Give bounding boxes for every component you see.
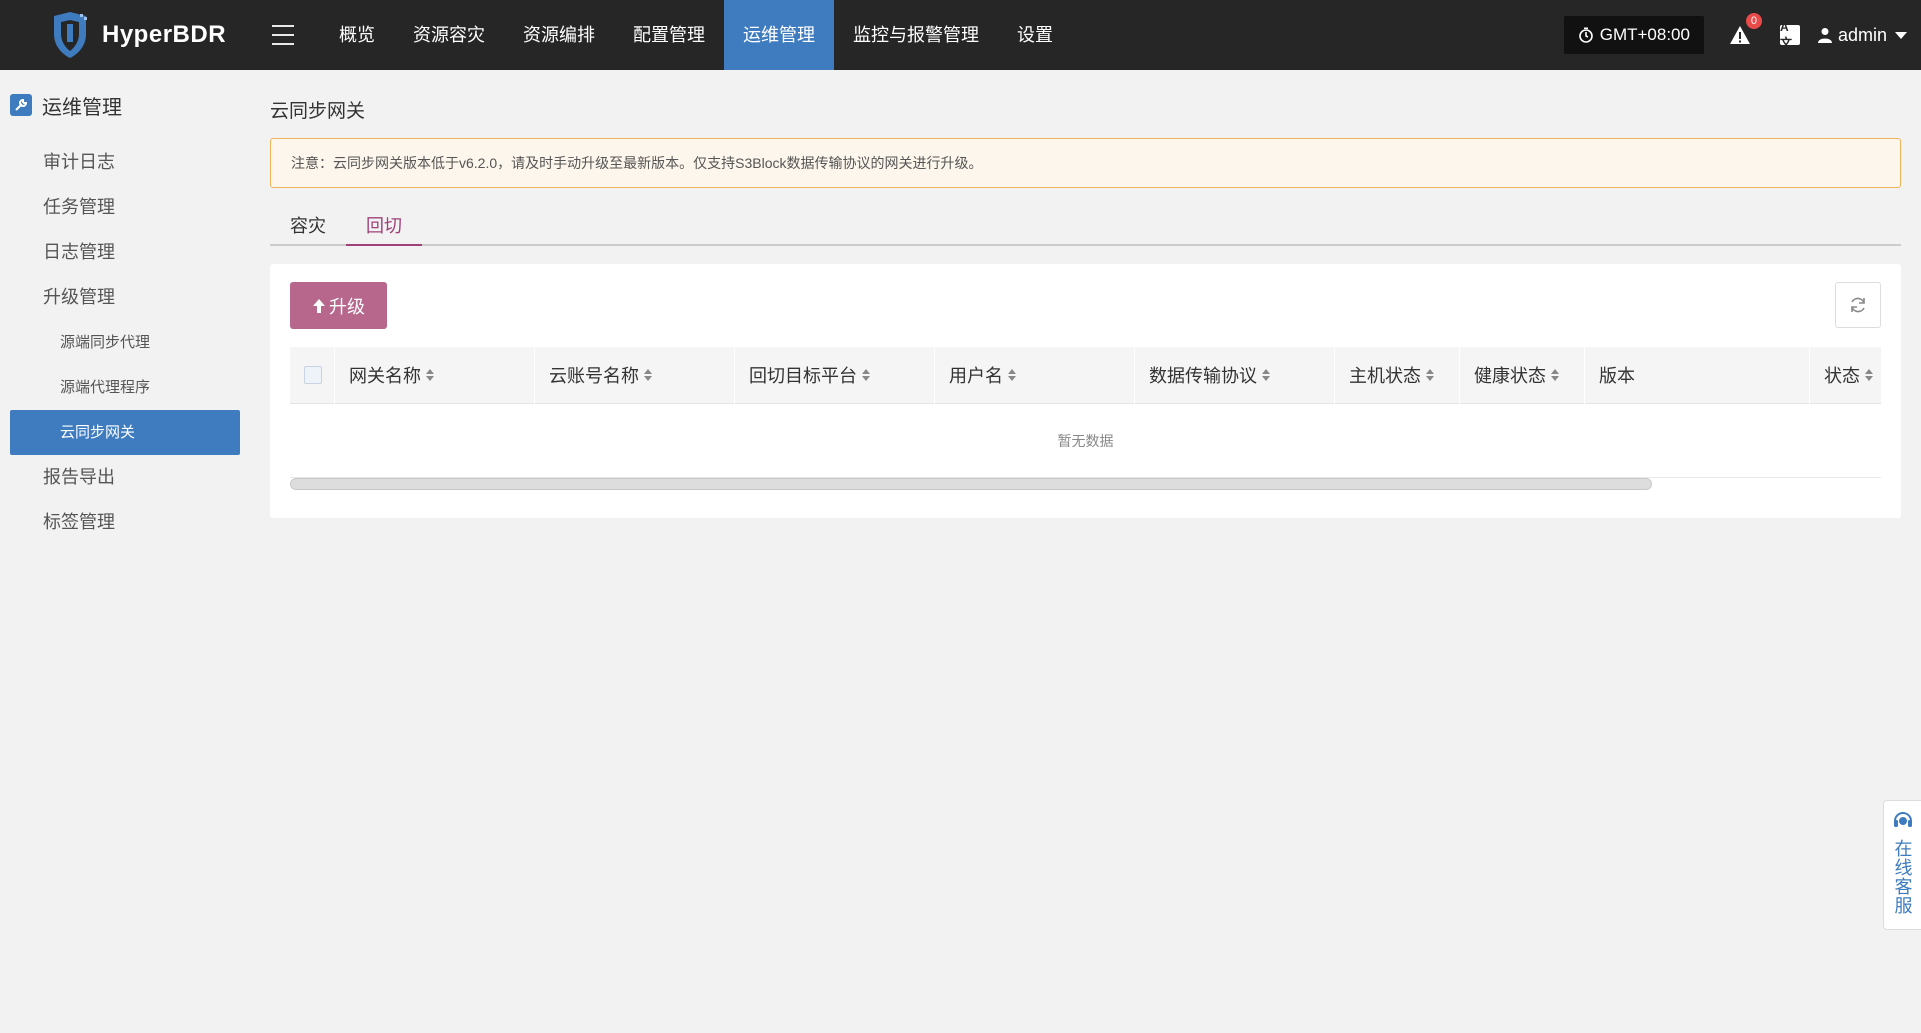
empty-state: 暂无数据: [290, 404, 1881, 478]
column-label: 云账号名称: [549, 366, 639, 386]
column-gateway-name[interactable]: 网关名称: [335, 346, 535, 404]
column-label: 状态: [1824, 366, 1860, 386]
shield-logo-icon: [54, 12, 87, 58]
column-label: 版本: [1599, 366, 1635, 386]
user-icon: [1817, 28, 1832, 43]
table-header: 网关名称 云账号名称 回切目标平台 用户名 数据传输协议 主机状态 健康状态 版…: [290, 346, 1881, 404]
online-service-label: 在线客服: [1892, 839, 1913, 915]
sidebar-item-log-management[interactable]: 日志管理: [0, 230, 250, 275]
column-transfer-protocol[interactable]: 数据传输协议: [1135, 346, 1335, 404]
sidebar-header[interactable]: 运维管理: [0, 70, 250, 140]
sort-icon: [1551, 369, 1559, 381]
column-health-status[interactable]: 健康状态: [1460, 346, 1585, 404]
sidebar-item-tag-management[interactable]: 标签管理: [0, 500, 250, 545]
language-label: A文: [1779, 19, 1792, 50]
select-all-cell: [290, 346, 335, 404]
horizontal-scrollbar[interactable]: [290, 478, 1652, 490]
sort-icon: [1426, 369, 1434, 381]
timezone-display[interactable]: GMT+08:00: [1563, 16, 1704, 54]
gateway-card: 升级 网关名称 云账号名称 回切目标平台 用户名 数据传输协议 主机状态 健康状…: [270, 264, 1901, 518]
arrow-up-icon: [313, 298, 325, 313]
sidebar-item-report-export[interactable]: 报告导出: [0, 455, 250, 500]
headset-icon: [1893, 812, 1912, 827]
sidebar-item-upgrade-management[interactable]: 升级管理: [0, 275, 250, 320]
column-status[interactable]: 状态: [1810, 347, 1881, 404]
column-label: 健康状态: [1474, 366, 1546, 386]
sort-icon: [426, 369, 434, 381]
sort-icon: [644, 369, 652, 381]
gateway-table: 网关名称 云账号名称 回切目标平台 用户名 数据传输协议 主机状态 健康状态 版…: [290, 346, 1881, 490]
app-name: HyperBDR: [102, 21, 227, 48]
sort-icon: [862, 369, 870, 381]
top-navbar: HyperBDR 概览 资源容灾 资源编排 配置管理 运维管理 监控与报警管理 …: [0, 0, 1921, 70]
tab-bar: 容灾 回切: [270, 208, 1901, 246]
notice-banner: 注意：云同步网关版本低于v6.2.0，请及时手动升级至最新版本。仅支持S3Blo…: [270, 138, 1901, 188]
nav-resource-orchestration[interactable]: 资源编排: [504, 0, 614, 70]
sidebar-item-source-agent-program[interactable]: 源端代理程序: [0, 365, 250, 410]
column-host-status[interactable]: 主机状态: [1335, 346, 1460, 404]
column-username[interactable]: 用户名: [935, 346, 1135, 404]
alert-count-badge: 0: [1745, 13, 1762, 29]
sort-icon: [1262, 369, 1270, 381]
main-nav: 概览 资源容灾 资源编排 配置管理 运维管理 监控与报警管理 设置: [320, 0, 1072, 70]
sort-icon: [1865, 369, 1873, 381]
sidebar-title: 运维管理: [42, 96, 122, 119]
refresh-icon: [1851, 297, 1865, 313]
nav-ops-management[interactable]: 运维管理: [724, 0, 834, 70]
sidebar-item-task-management[interactable]: 任务管理: [0, 185, 250, 230]
column-label: 数据传输协议: [1149, 366, 1257, 386]
column-label: 回切目标平台: [749, 366, 857, 386]
nav-overview[interactable]: 概览: [320, 0, 394, 70]
nav-config-management[interactable]: 配置管理: [614, 0, 724, 70]
sidebar: 运维管理 审计日志 任务管理 日志管理 升级管理 源端同步代理 源端代理程序 云…: [0, 70, 250, 1033]
nav-settings[interactable]: 设置: [998, 0, 1072, 70]
main-content: 云同步网关 注意：云同步网关版本低于v6.2.0，请及时手动升级至最新版本。仅支…: [270, 70, 1901, 518]
nav-monitoring-alerts[interactable]: 监控与报警管理: [834, 0, 998, 70]
sidebar-item-cloud-sync-gateway[interactable]: 云同步网关: [10, 410, 240, 455]
refresh-button[interactable]: [1835, 282, 1881, 328]
clock-icon: [1578, 27, 1593, 43]
wrench-icon: [10, 94, 32, 116]
page-title: 云同步网关: [270, 101, 366, 122]
column-failback-target[interactable]: 回切目标平台: [735, 346, 935, 404]
online-service-button[interactable]: 在线客服: [1883, 800, 1921, 930]
sort-icon: [1008, 369, 1016, 381]
chevron-down-icon: [1895, 31, 1907, 39]
column-label: 网关名称: [349, 366, 421, 386]
select-all-checkbox[interactable]: [304, 366, 322, 384]
column-version: 版本: [1585, 346, 1810, 404]
nav-resource-dr[interactable]: 资源容灾: [394, 0, 504, 70]
column-label: 用户名: [949, 366, 1003, 386]
username-label: admin: [1837, 24, 1887, 45]
upgrade-button[interactable]: 升级: [290, 282, 387, 329]
alert-button[interactable]: 0: [1728, 13, 1762, 47]
menu-toggle-icon[interactable]: [272, 25, 294, 45]
sidebar-item-audit-log[interactable]: 审计日志: [0, 140, 250, 185]
upgrade-button-label: 升级: [329, 296, 365, 317]
tab-failback[interactable]: 回切: [346, 208, 422, 246]
app-logo[interactable]: HyperBDR: [46, 0, 256, 70]
language-switch-icon[interactable]: A文: [1779, 20, 1800, 50]
tab-disaster-recovery[interactable]: 容灾: [270, 208, 346, 244]
timezone-label: GMT+08:00: [1599, 25, 1690, 44]
sidebar-item-source-sync-agent[interactable]: 源端同步代理: [0, 320, 250, 365]
user-menu[interactable]: admin: [1817, 24, 1907, 46]
column-cloud-account[interactable]: 云账号名称: [535, 346, 735, 404]
column-label: 主机状态: [1349, 366, 1421, 386]
